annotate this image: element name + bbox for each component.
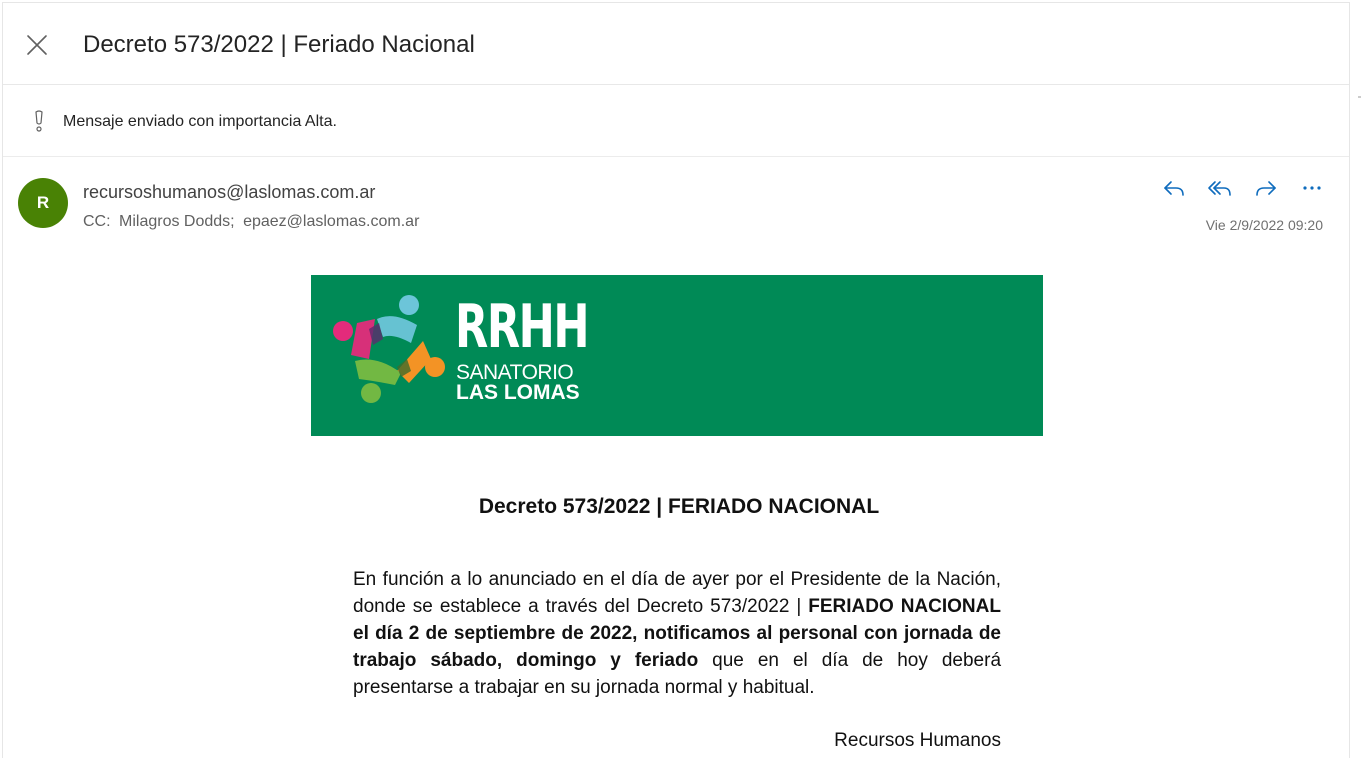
cc-recipient[interactable]: Milagros Dodds; [119,213,235,230]
more-icon [1303,186,1321,190]
reply-all-icon [1208,181,1231,196]
avatar[interactable]: R [18,178,68,228]
sender-address[interactable]: recursoshumanos@laslomas.com.ar [83,180,375,204]
cc-label: CC: [83,213,111,230]
message-date: Vie 2/9/2022 09:20 [1205,217,1323,233]
forward-button[interactable] [1253,176,1279,200]
cc-recipient[interactable]: epaez@laslomas.com.ar [243,213,419,230]
cc-line: CC: Milagros Dodds; epaez@laslomas.com.a… [83,211,423,233]
importance-icon [35,110,43,132]
message-reading-pane: Decreto 573/2022 | Feriado Nacional Mens… [2,2,1350,758]
rrhh-logo-icon [333,295,445,403]
more-actions-button[interactable] [1299,176,1325,200]
forward-icon [1256,181,1276,196]
close-button[interactable] [23,31,51,59]
message-subject: Decreto 573/2022 | Feriado Nacional [83,31,475,58]
body-paragraph: En función a lo anunciado en el día de a… [353,566,1001,701]
reply-all-button[interactable] [1207,176,1233,200]
banner-title: RRHH [455,292,590,362]
message-header: Decreto 573/2022 | Feriado Nacional [3,3,1349,85]
reply-icon [1164,181,1184,196]
close-icon [27,35,47,55]
reply-button[interactable] [1161,176,1187,200]
message-actions [1161,176,1325,200]
importance-banner: Mensaje enviado con importancia Alta. [3,85,1349,157]
sender-info: R recursoshumanos@laslomas.com.ar CC: Mi… [3,158,1349,248]
signature: Recursos Humanos [834,730,1001,751]
banner-line2: LAS LOMAS [456,381,580,404]
body-title: Decreto 573/2022 | FERIADO NACIONAL [478,495,880,518]
importance-text: Mensaje enviado con importancia Alta. [63,113,337,130]
rrhh-banner: RRHH SANATORIO LAS LOMAS [311,275,1043,436]
